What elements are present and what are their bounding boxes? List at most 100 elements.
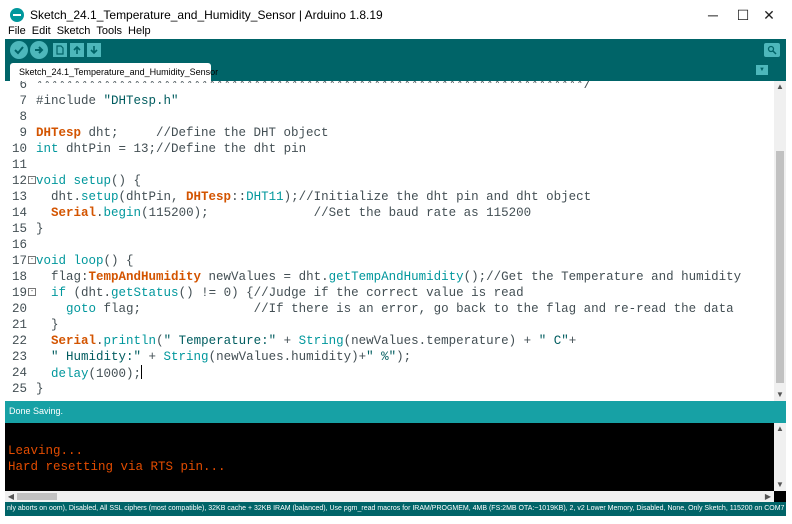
code-line[interactable]: 12- void setup() { (5, 173, 773, 189)
menu-sketch[interactable]: Sketch (57, 23, 91, 39)
code-text[interactable]: } (36, 317, 59, 333)
scroll-right-icon[interactable]: ▶ (762, 491, 774, 502)
line-number: 8 (19, 110, 27, 124)
menu-bar: File Edit Sketch Tools Help (0, 23, 792, 39)
editor-scroll-thumb[interactable] (776, 151, 784, 383)
code-text[interactable]: int dhtPin = 13;//Define the dht pin (36, 141, 306, 157)
serial-monitor-button[interactable] (764, 43, 780, 57)
code-line[interactable]: 23 " Humidity:" + String(newValues.humid… (5, 349, 773, 365)
arrow-up-icon (73, 45, 81, 54)
scroll-left-icon[interactable]: ◀ (5, 491, 17, 502)
board-info-bar: nly aborts on oom), Disabled, All SSL ci… (5, 502, 786, 516)
code-line[interactable]: 14 Serial.begin(115200); //Set the baud … (5, 205, 773, 221)
arrow-down-icon (90, 46, 98, 55)
line-number: 7 (19, 94, 27, 108)
code-text[interactable]: if (dht.getStatus() != 0) {//Judge if th… (36, 285, 524, 301)
code-text[interactable]: Serial.begin(115200); //Set the baud rat… (36, 205, 531, 221)
status-message: Done Saving. (9, 406, 64, 416)
code-line[interactable]: 25} (5, 381, 773, 397)
toolbar (5, 39, 786, 61)
menu-help[interactable]: Help (128, 23, 151, 39)
line-number: 21 (11, 318, 27, 332)
menu-file[interactable]: File (8, 23, 26, 39)
scroll-down-icon[interactable]: ▼ (774, 389, 786, 401)
new-sketch-button[interactable] (53, 43, 67, 57)
code-text[interactable]: Serial.println(" Temperature:" + String(… (36, 333, 576, 349)
upload-button[interactable] (30, 41, 48, 59)
code-text[interactable]: flag:TempAndHumidity newValues = dht.get… (36, 269, 741, 285)
console-scrollbar[interactable]: ▲ ▼ (774, 423, 786, 491)
code-text[interactable]: } (36, 221, 44, 237)
magnifier-icon (767, 45, 777, 55)
line-number: 10 (11, 142, 27, 156)
code-line[interactable]: 19- if (dht.getStatus() != 0) {//Judge i… (5, 285, 773, 301)
code-area[interactable]: 6 ***************************************… (5, 81, 773, 401)
code-line[interactable]: 20 goto flag; //If there is an error, go… (5, 301, 773, 317)
console-hscrollbar[interactable]: ◀ ▶ (5, 491, 774, 502)
code-line[interactable]: 17- void loop() { (5, 253, 773, 269)
line-number: 18 (11, 270, 27, 284)
checkmark-icon (14, 46, 24, 55)
code-line[interactable]: 21 } (5, 317, 773, 333)
code-line[interactable]: 11 (5, 157, 773, 173)
code-line[interactable]: 10 int dhtPin = 13;//Define the dht pin (5, 141, 773, 157)
editor-scrollbar[interactable]: ▲ ▼ (774, 81, 786, 401)
code-text[interactable]: DHTesp dht; //Define the DHT object (36, 125, 329, 141)
console-hscroll-thumb[interactable] (17, 493, 57, 500)
code-line[interactable]: 13 dht.setup(dhtPin, DHTesp::DHT11);//In… (5, 189, 773, 205)
code-line[interactable]: 18 flag:TempAndHumidity newValues = dht.… (5, 269, 773, 285)
line-number: 11 (11, 158, 27, 172)
menu-tools[interactable]: Tools (96, 23, 122, 39)
code-line[interactable]: 16 (5, 237, 773, 253)
window-title: Sketch_24.1_Temperature_and_Humidity_Sen… (30, 8, 383, 22)
line-number: 19 (11, 286, 27, 300)
chevron-down-icon: ▼ (759, 67, 765, 73)
code-text[interactable]: dht.setup(dhtPin, DHTesp::DHT11);//Initi… (36, 189, 591, 205)
code-text[interactable]: delay(1000); (36, 365, 143, 382)
menu-edit[interactable]: Edit (32, 23, 51, 39)
line-number: 14 (11, 206, 27, 220)
console-line: Hard resetting via RTS pin... (8, 460, 226, 474)
code-line[interactable]: 8 (5, 109, 773, 125)
code-text[interactable]: " Humidity:" + String(newValues.humidity… (36, 349, 411, 365)
code-editor[interactable]: 6 ***************************************… (5, 81, 786, 401)
tab-sketch[interactable]: Sketch_24.1_Temperature_and_Humidity_Sen… (10, 63, 218, 81)
line-number: 16 (11, 238, 27, 252)
line-number: 9 (19, 126, 27, 140)
line-number: 13 (11, 190, 27, 204)
code-line[interactable]: 9 DHTesp dht; //Define the DHT object (5, 125, 773, 141)
code-line[interactable]: 22 Serial.println(" Temperature:" + Stri… (5, 333, 773, 349)
line-number: 22 (11, 334, 27, 348)
code-text[interactable]: goto flag; //If there is an error, go ba… (36, 301, 734, 317)
fold-toggle-icon[interactable]: - (28, 176, 36, 184)
open-button[interactable] (70, 43, 84, 57)
code-text[interactable]: #include "DHTesp.h" (36, 93, 179, 109)
fold-toggle-icon[interactable]: - (28, 256, 36, 264)
tab-menu-button[interactable]: ▼ (756, 65, 768, 75)
line-number: 23 (11, 350, 27, 364)
board-info-text: nly aborts on oom), Disabled, All SSL ci… (7, 505, 785, 512)
code-text[interactable]: void loop() { (36, 253, 134, 269)
fold-toggle-icon[interactable]: - (28, 288, 36, 296)
scroll-up-icon[interactable]: ▲ (774, 423, 786, 435)
new-file-icon (56, 45, 64, 55)
code-text[interactable]: void setup() { (36, 173, 141, 189)
console-line: Leaving... (8, 444, 84, 458)
line-number: 20 (11, 302, 27, 316)
code-line[interactable]: 6 ***************************************… (5, 81, 773, 93)
verify-button[interactable] (10, 41, 28, 59)
scroll-up-icon[interactable]: ▲ (774, 81, 786, 93)
close-icon: ✕ (763, 6, 775, 23)
code-line[interactable]: 24 delay(1000); (5, 365, 773, 381)
line-number: 24 (11, 366, 27, 380)
output-console: Leaving... Hard resetting via RTS pin...… (5, 423, 786, 502)
line-number: 25 (11, 382, 27, 396)
code-text[interactable]: ****************************************… (36, 81, 591, 93)
scroll-down-icon[interactable]: ▼ (774, 479, 786, 491)
save-button[interactable] (87, 43, 101, 57)
status-strip: Done Saving. (5, 401, 786, 423)
code-text[interactable]: } (36, 381, 44, 397)
code-line[interactable]: 7 #include "DHTesp.h" (5, 93, 773, 109)
line-number: 6 (19, 81, 27, 92)
code-line[interactable]: 15} (5, 221, 773, 237)
